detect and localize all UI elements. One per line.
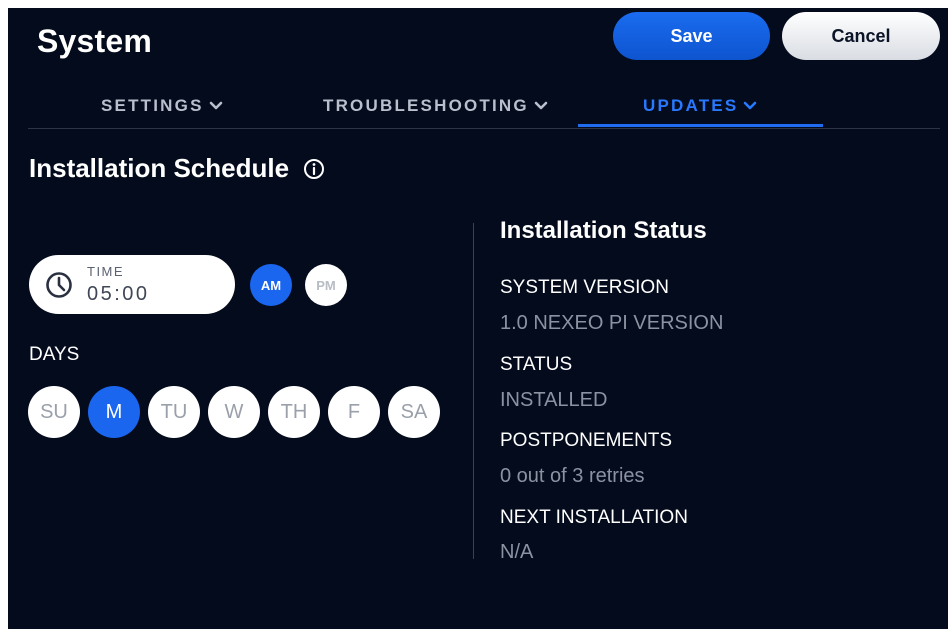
status-label: STATUS (500, 354, 573, 375)
day-tuesday[interactable]: TU (148, 386, 200, 438)
active-tab-underline (578, 124, 823, 127)
tab-settings[interactable]: SETTINGS (101, 96, 223, 116)
tab-bar: SETTINGS TROUBLESHOOTING UPDATES (28, 90, 940, 129)
tab-settings-label: SETTINGS (101, 96, 204, 115)
day-saturday[interactable]: SA (388, 386, 440, 438)
vertical-divider (473, 223, 474, 559)
pm-toggle[interactable]: PM (305, 264, 347, 306)
cancel-button[interactable]: Cancel (782, 12, 940, 60)
day-selector: SU M TU W TH F SA (28, 386, 440, 438)
clock-icon (46, 272, 72, 298)
tab-updates[interactable]: UPDATES (643, 96, 757, 116)
days-label: DAYS (29, 344, 80, 365)
installation-status-title: Installation Status (500, 217, 707, 244)
system-screen: System Save Cancel SETTINGS TROUBLESHOOT… (8, 8, 948, 629)
system-version-label: SYSTEM VERSION (500, 277, 669, 298)
tab-troubleshooting-label: TROUBLESHOOTING (323, 96, 529, 115)
postponements-label: POSTPONEMENTS (500, 430, 673, 451)
day-sunday[interactable]: SU (28, 386, 80, 438)
day-monday[interactable]: M (88, 386, 140, 438)
page-title: System (37, 23, 153, 59)
day-friday[interactable]: F (328, 386, 380, 438)
installation-schedule-title: Installation Schedule (29, 153, 290, 183)
time-label: TIME (87, 264, 125, 279)
time-value: 05:00 (87, 283, 150, 305)
day-wednesday[interactable]: W (208, 386, 260, 438)
am-toggle[interactable]: AM (250, 264, 292, 306)
day-thursday[interactable]: TH (268, 386, 320, 438)
next-installation-value: N/A (500, 541, 534, 563)
installation-schedule-heading: Installation Schedule (29, 153, 325, 184)
system-version-value: 1.0 NEXEO PI VERSION (500, 312, 724, 334)
chevron-down-icon (209, 101, 222, 110)
status-value: INSTALLED (500, 389, 608, 411)
chevron-down-icon (534, 101, 548, 110)
chevron-down-icon (744, 101, 757, 110)
postponements-value: 0 out of 3 retries (500, 465, 645, 487)
tab-updates-label: UPDATES (643, 96, 739, 115)
time-input[interactable]: TIME 05:00 (29, 255, 235, 314)
next-installation-label: NEXT INSTALLATION (500, 507, 688, 528)
save-button[interactable]: Save (613, 12, 770, 60)
tab-troubleshooting[interactable]: TROUBLESHOOTING (323, 96, 548, 116)
info-circle-icon[interactable] (303, 158, 325, 180)
